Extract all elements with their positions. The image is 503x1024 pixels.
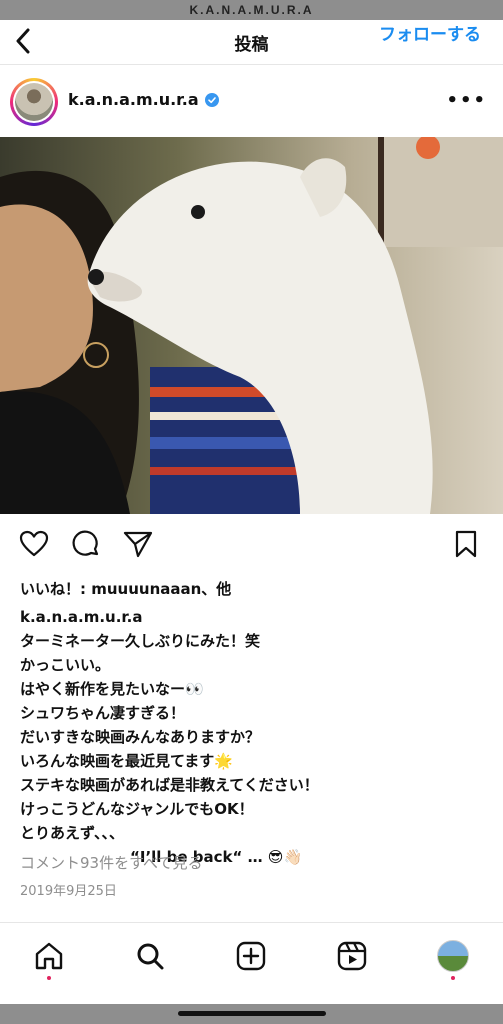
save-button[interactable] (450, 528, 482, 560)
verified-badge-icon (204, 93, 219, 107)
author-username[interactable]: k.a.n.a.m.u.r.a (68, 90, 219, 109)
nav-search[interactable] (132, 938, 168, 974)
nav-reels[interactable] (334, 938, 370, 974)
caption-line: いろんな映画を最近見てます🌟 (20, 752, 233, 770)
nav-create[interactable] (233, 938, 269, 974)
more-options-button[interactable]: ••• (446, 90, 487, 111)
notification-dot (47, 976, 51, 980)
send-icon (123, 531, 153, 558)
more-horizontal-icon: ••• (446, 90, 487, 111)
comment-icon (72, 530, 99, 556)
post-header: k.a.n.a.m.u.r.a ••• (0, 72, 503, 132)
status-bar: K.A.N.A.M.U.R.A (0, 0, 503, 20)
home-icon (35, 942, 63, 970)
follow-button[interactable]: フォローする (379, 20, 481, 45)
caption-username[interactable]: k.a.n.a.m.u.r.a (20, 605, 319, 629)
avatar-border (13, 81, 55, 123)
caption-line: はやく新作を見たいなー👀 (20, 680, 204, 698)
post-photo[interactable] (0, 137, 503, 514)
nav-home[interactable] (31, 938, 67, 980)
create-icon (236, 941, 266, 971)
share-button[interactable] (122, 528, 154, 560)
home-indicator[interactable] (178, 1011, 326, 1016)
like-button[interactable] (18, 528, 50, 560)
caption-line: かっこいい。 (20, 656, 111, 674)
watermark-text: K.A.N.A.M.U.R.A (189, 3, 314, 17)
view-all-comments-link[interactable]: コメント93件をすべて見る (20, 852, 202, 873)
caption-line: ターミネーター久しぶりにみた！笑 (20, 632, 261, 650)
nav-profile[interactable] (435, 938, 471, 980)
avatar-image (15, 83, 53, 121)
heart-icon (19, 530, 49, 557)
post-actions (0, 528, 503, 562)
likes-summary[interactable]: いいね！: muuuunaaan、他 (20, 578, 231, 599)
author-avatar[interactable] (10, 78, 58, 126)
reels-icon (337, 941, 367, 971)
caption-line: シュワちゃん凄すぎる！ (20, 704, 186, 722)
notification-dot (451, 976, 455, 980)
caption-line: けっこうどんなジャンルでもOK！ (20, 800, 254, 818)
top-header: 投稿 フォローする (0, 20, 503, 64)
caption-line: ステキな映画があれば是非教えてください！ (20, 776, 319, 794)
search-icon (137, 943, 164, 970)
caption-line: とりあえず、、、 (20, 824, 124, 842)
header-divider (0, 64, 503, 65)
bottom-nav (0, 924, 503, 988)
caption-line: だいすきな映画みんなありますか？ (20, 728, 261, 746)
username-text: k.a.n.a.m.u.r.a (68, 90, 199, 109)
post-caption: k.a.n.a.m.u.r.a ターミネーター久しぶりにみた！笑 かっこいい。 … (20, 605, 319, 869)
comment-button[interactable] (70, 528, 102, 560)
bookmark-icon (455, 530, 477, 558)
profile-avatar (437, 940, 469, 972)
photo-illustration (0, 137, 503, 514)
nav-divider (0, 922, 503, 923)
post-date: 2019年9月25日 (20, 884, 117, 899)
